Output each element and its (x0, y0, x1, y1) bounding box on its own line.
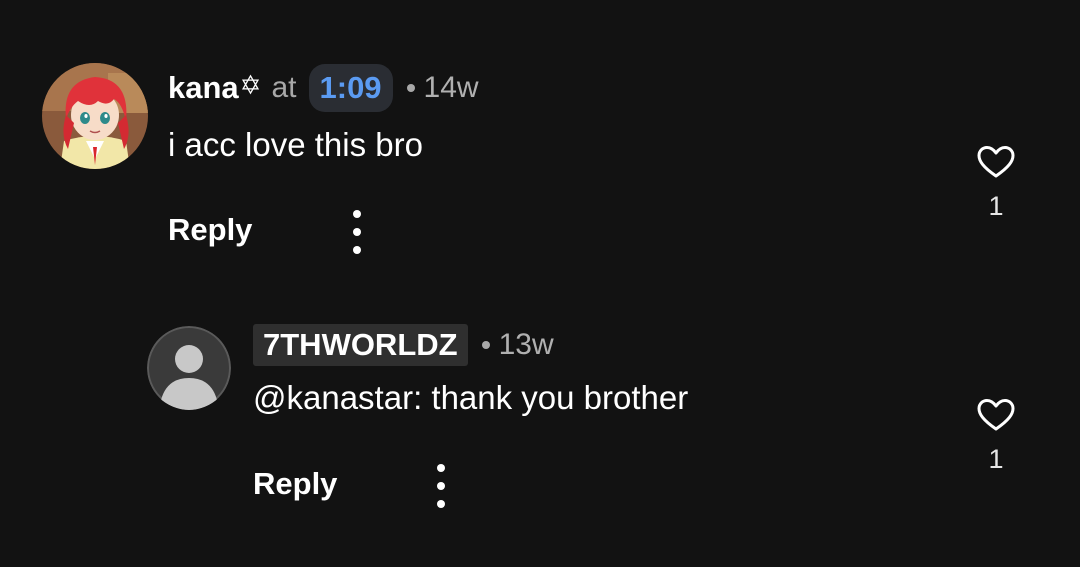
comment-item: kana ✡ at 1:09 14w i acc love this bro R… (0, 0, 1080, 280)
more-dot-icon (353, 246, 361, 254)
like-control: 1 (966, 398, 1026, 475)
more-options-button[interactable] (429, 464, 453, 508)
heart-icon[interactable] (977, 398, 1015, 432)
at-label: at (271, 71, 297, 104)
separator-dot (406, 84, 415, 92)
like-control: 1 (966, 145, 1026, 222)
comment-meta: kana ✡ at 1:09 14w (168, 62, 479, 114)
anime-avatar-icon (42, 63, 148, 169)
separator-dot (481, 341, 490, 349)
commenter-avatar[interactable] (147, 326, 231, 410)
comment-age: 13w (498, 328, 554, 361)
video-timestamp-link[interactable]: 1:09 (308, 64, 393, 112)
commenter-avatar[interactable] (42, 63, 148, 169)
more-dot-icon (437, 464, 445, 472)
username[interactable]: kana (168, 70, 239, 106)
like-count: 1 (988, 191, 1004, 221)
username[interactable]: 7THWORLDZ (253, 324, 468, 366)
more-dot-icon (437, 482, 445, 490)
default-user-icon (147, 326, 231, 410)
comment-text: i acc love this bro (168, 126, 423, 163)
heart-icon[interactable] (977, 145, 1015, 179)
reply-comment-item: 7THWORLDZ 13w @kanastar: thank you broth… (0, 280, 1080, 567)
reply-button[interactable]: Reply (253, 466, 337, 502)
comment-meta: 7THWORLDZ 13w (253, 320, 554, 370)
more-options-button[interactable] (345, 210, 369, 254)
like-count: 1 (988, 444, 1004, 474)
star-icon: ✡ (239, 69, 262, 100)
more-dot-icon (353, 210, 361, 218)
comment-age: 14w (423, 71, 479, 104)
comment-text: @kanastar: thank you brother (253, 379, 689, 416)
reply-button[interactable]: Reply (168, 212, 252, 248)
more-dot-icon (353, 228, 361, 236)
more-dot-icon (437, 500, 445, 508)
